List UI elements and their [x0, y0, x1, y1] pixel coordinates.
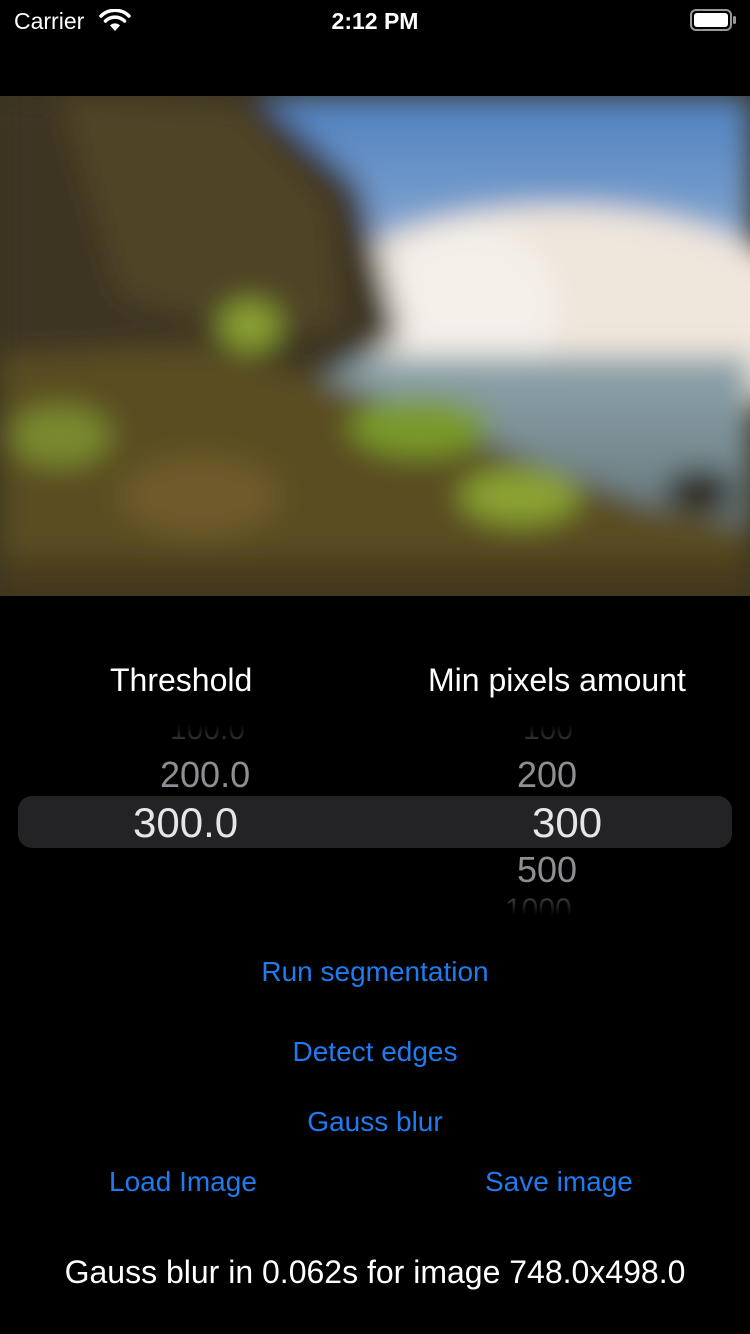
picker-row[interactable]: 1000 — [505, 893, 572, 915]
gauss-blur-button[interactable]: Gauss blur — [0, 1106, 750, 1138]
picker-row-selected[interactable]: 300.0 — [133, 799, 238, 847]
run-segmentation-button[interactable]: Run segmentation — [0, 956, 750, 988]
threshold-label: Threshold — [110, 662, 253, 698]
status-bar: Carrier 2:12 PM — [0, 0, 750, 40]
picker-row[interactable]: 100 — [523, 725, 573, 747]
load-image-button[interactable]: Load Image — [109, 1166, 257, 1198]
min-pixels-label: Min pixels amount — [428, 662, 686, 698]
clock: 2:12 PM — [331, 8, 419, 34]
picker-fade-top — [0, 725, 750, 749]
result-status-text: Gauss blur in 0.062s for image 748.0x498… — [64, 1254, 686, 1290]
picker-row-selected[interactable]: 300 — [532, 799, 602, 847]
picker-row[interactable]: 100.0 — [170, 725, 245, 747]
picker-fade-bottom — [0, 891, 750, 915]
battery-icon — [690, 9, 736, 31]
waterfall-photo — [0, 96, 750, 596]
save-image-button[interactable]: Save image — [485, 1166, 633, 1198]
picker-selection-indicator — [18, 796, 732, 848]
detect-edges-button[interactable]: Detect edges — [0, 1036, 750, 1068]
picker-row[interactable]: 200.0 — [160, 754, 250, 796]
picker-row[interactable]: 200 — [517, 754, 577, 796]
segmentation-picker[interactable]: 100.0 200.0 300.0 100 200 300 500 1000 — [0, 725, 750, 915]
picker-row[interactable]: 500 — [517, 849, 577, 891]
